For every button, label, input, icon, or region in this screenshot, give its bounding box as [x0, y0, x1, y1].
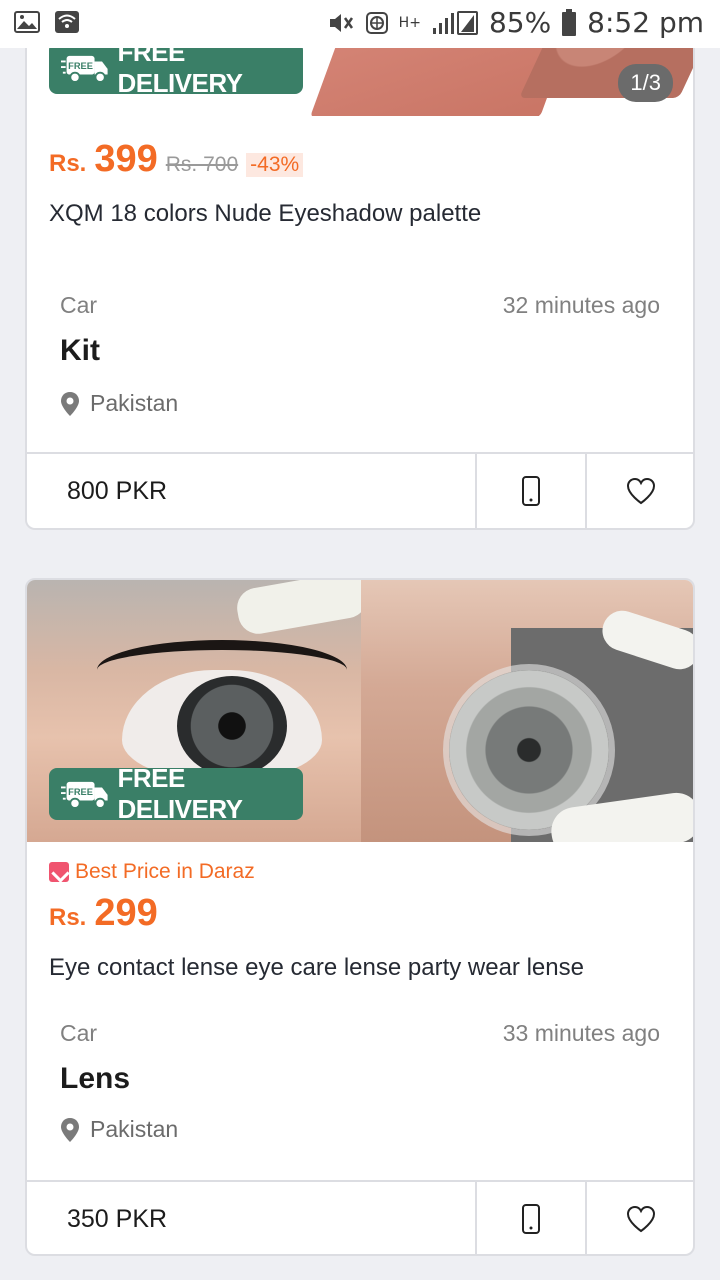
image-counter: 1/3	[618, 64, 673, 102]
posted-time: 32 minutes ago	[502, 292, 660, 318]
location: Pakistan	[60, 1116, 178, 1143]
discount-badge: -43%	[246, 153, 304, 177]
price-row: Rs. 299	[49, 892, 158, 934]
sale-price: 299	[94, 892, 158, 934]
svg-text:FREE: FREE	[68, 787, 93, 797]
listing-image[interactable]: FREE FREE DELIVERY	[27, 580, 693, 842]
clock: 8:52 pm	[587, 6, 704, 39]
category-label: Car	[60, 1020, 98, 1046]
location: Pakistan	[60, 390, 178, 417]
battery-percent: 85%	[488, 6, 552, 39]
heart-icon	[626, 477, 656, 505]
footer-price: 350 PKR	[27, 1182, 477, 1254]
call-button[interactable]	[477, 454, 587, 528]
favorite-button[interactable]	[587, 454, 693, 528]
truck-icon: FREE	[61, 55, 108, 83]
location-pin-icon	[61, 391, 79, 416]
sale-price: 399	[94, 138, 158, 180]
listing-card[interactable]: FREE FREE DELIVERY 1/3 Rs. 399 Rs. 700 -…	[25, 8, 695, 530]
free-delivery-badge: FREE FREE DELIVERY	[49, 37, 303, 98]
best-price-icon	[49, 862, 69, 882]
location-pin-icon	[61, 1117, 79, 1142]
mute-icon	[329, 13, 353, 32]
best-price-tag: Best Price in Daraz	[49, 860, 255, 884]
data-icon	[365, 11, 388, 34]
signal-icon	[432, 10, 478, 35]
battery-icon	[562, 8, 577, 36]
listing-footer: 350 PKR	[27, 1180, 693, 1254]
call-button[interactable]	[477, 1182, 587, 1254]
free-delivery-badge: FREE FREE DELIVERY	[49, 763, 303, 824]
category-label: Car	[60, 292, 98, 318]
footer-price: 800 PKR	[27, 454, 477, 528]
favorite-button[interactable]	[587, 1182, 693, 1254]
posted-time: 33 minutes ago	[502, 1020, 660, 1046]
product-title[interactable]: Eye contact lense eye care lense party w…	[49, 954, 584, 982]
price-row: Rs. 399 Rs. 700 -43%	[49, 138, 304, 181]
status-bar: H+ 85% 8:52 pm	[0, 0, 720, 48]
listing-name[interactable]: Kit	[60, 334, 100, 368]
product-title[interactable]: XQM 18 colors Nude Eyeshadow palette	[49, 200, 481, 228]
network-type: H+	[398, 14, 421, 31]
truck-icon: FREE	[61, 781, 108, 809]
heart-icon	[626, 1205, 656, 1233]
listing-name[interactable]: Lens	[60, 1062, 130, 1096]
listing-footer: 800 PKR	[27, 452, 693, 528]
original-price: Rs. 700	[165, 153, 239, 176]
phone-icon	[522, 476, 540, 506]
wifi-icon	[55, 11, 79, 33]
svg-text:FREE: FREE	[68, 61, 93, 71]
listing-card[interactable]: FREE FREE DELIVERY Best Price in Daraz R…	[25, 578, 695, 1256]
image-icon	[14, 11, 40, 33]
phone-icon	[522, 1204, 540, 1234]
